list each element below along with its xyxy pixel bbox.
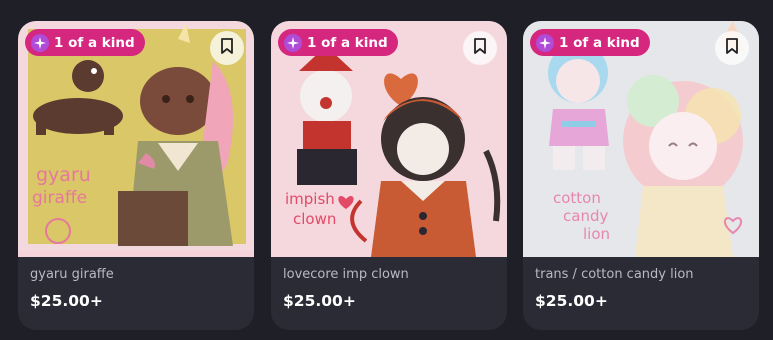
art-text-line-2: candy <box>563 207 608 225</box>
one-of-a-kind-badge: 1 of a kind <box>25 29 145 56</box>
sparkle-icon <box>31 33 49 52</box>
sparkle-icon <box>536 33 554 52</box>
listing-price: $25.00+ <box>30 292 103 310</box>
one-of-a-kind-badge: 1 of a kind <box>530 29 650 56</box>
bookmark-icon <box>473 38 487 58</box>
art-text-line-1: gyaru <box>36 164 91 186</box>
bookmark-icon <box>220 38 234 58</box>
listing-title[interactable]: lovecore imp clown <box>283 267 409 282</box>
art-text-line-3: lion <box>583 225 610 243</box>
one-of-a-kind-badge: 1 of a kind <box>278 29 398 56</box>
badge-label: 1 of a kind <box>559 34 640 51</box>
art-text-line-2: clown <box>293 210 336 228</box>
badge-label: 1 of a kind <box>307 34 388 51</box>
listing-card-cotton-candy-lion[interactable]: cotton candy lion 1 of a kind trans / co… <box>523 21 759 330</box>
listing-card-lovecore-imp-clown[interactable]: impish clown 1 of a kind lovecore imp cl… <box>271 21 507 330</box>
listing-title[interactable]: gyaru giraffe <box>30 267 114 282</box>
save-button[interactable] <box>210 31 244 65</box>
listing-grid: gyaru giraffe 1 of a kind gyaru giraffe … <box>0 0 773 340</box>
sparkle-icon <box>284 33 302 52</box>
listing-card-gyaru-giraffe[interactable]: gyaru giraffe 1 of a kind gyaru giraffe … <box>18 21 254 330</box>
listing-title[interactable]: trans / cotton candy lion <box>535 267 694 282</box>
art-text-line-1: impish <box>285 190 335 208</box>
bookmark-icon <box>725 38 739 58</box>
save-button[interactable] <box>463 31 497 65</box>
badge-label: 1 of a kind <box>54 34 135 51</box>
save-button[interactable] <box>715 31 749 65</box>
art-text-line-2: giraffe <box>32 188 87 208</box>
listing-price: $25.00+ <box>283 292 356 310</box>
listing-price: $25.00+ <box>535 292 608 310</box>
art-text-line-1: cotton <box>553 189 601 207</box>
